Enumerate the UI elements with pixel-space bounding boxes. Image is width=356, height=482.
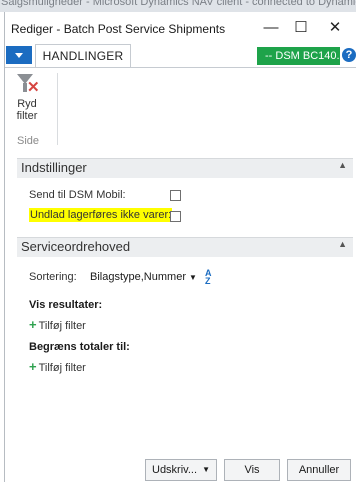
sort-az-icon[interactable]: AZ: [205, 269, 212, 286]
exclude-non-inventory-label: Undlad lagerføres ikke varer:: [29, 208, 173, 222]
print-button-label: Udskriv...: [152, 464, 198, 476]
ribbon-tab-bar: HANDLINGER -- DSM BC140... ?: [5, 44, 356, 68]
application-menu-button[interactable]: [6, 46, 32, 64]
clear-filter-label-line1: Ryd: [17, 98, 37, 110]
send-to-dsm-mobile-label: Send til DSM Mobil:: [29, 189, 126, 201]
limit-totals-heading: Begræns totaler til:: [29, 341, 130, 353]
minimize-button[interactable]: —: [257, 18, 285, 38]
add-filter-totals-link[interactable]: + Tilføj filter: [29, 359, 86, 374]
cancel-button[interactable]: Annuller: [287, 459, 351, 481]
funnel-clear-icon: ✕: [16, 72, 40, 98]
fasttab-service-header[interactable]: Serviceordrehoved ▲: [17, 237, 353, 257]
ribbon-group-label: Side: [16, 135, 40, 147]
background-window-title: Salgsmuligheder - Microsoft Dynamics NAV…: [1, 0, 356, 8]
chevron-down-icon: ▼: [202, 465, 210, 474]
chevron-down-icon: ▼: [189, 273, 197, 282]
exclude-non-inventory-checkbox[interactable]: [170, 211, 181, 222]
plus-icon: +: [29, 359, 37, 374]
help-icon[interactable]: ?: [342, 48, 356, 62]
show-button[interactable]: Vis: [224, 459, 280, 481]
fasttab-options[interactable]: Indstillinger ▲: [17, 158, 353, 178]
background-window-titlebar: Salgsmuligheder - Microsoft Dynamics NAV…: [0, 0, 356, 12]
company-badge[interactable]: -- DSM BC140...: [257, 47, 340, 65]
collapse-icon[interactable]: ▲: [338, 239, 347, 249]
tab-handlinger[interactable]: HANDLINGER: [35, 44, 131, 68]
fasttab-options-title: Indstillinger: [21, 160, 87, 175]
add-filter-link[interactable]: + Tilføj filter: [29, 317, 86, 332]
fasttab-service-header-title: Serviceordrehoved: [21, 239, 131, 254]
plus-icon: +: [29, 317, 37, 332]
clear-filter-button[interactable]: ✕ Ryd filter: [9, 72, 45, 134]
add-filter-totals-label: Tilføj filter: [38, 362, 86, 374]
print-button[interactable]: Udskriv... ▼: [145, 459, 217, 481]
ribbon-group-separator: [57, 73, 58, 145]
sort-label: Sortering:: [29, 271, 77, 283]
clear-filter-label-line2: filter: [16, 110, 38, 122]
title-bar: Rediger - Batch Post Service Shipments —…: [5, 12, 356, 44]
maximize-button[interactable]: ☐: [287, 18, 315, 38]
sort-dropdown[interactable]: Bilagstype,Nummer ▼: [90, 271, 197, 283]
collapse-icon[interactable]: ▲: [338, 160, 347, 170]
close-button[interactable]: ✕: [321, 18, 349, 38]
show-results-heading: Vis resultater:: [29, 299, 103, 311]
add-filter-label: Tilføj filter: [38, 320, 86, 332]
dialog-window: Rediger - Batch Post Service Shipments —…: [4, 12, 356, 482]
ribbon: ✕ Ryd filter Side: [5, 67, 356, 152]
window-title: Rediger - Batch Post Service Shipments: [11, 22, 226, 36]
send-to-dsm-mobile-checkbox[interactable]: [170, 190, 181, 201]
sort-value: Bilagstype,Nummer: [90, 271, 186, 283]
